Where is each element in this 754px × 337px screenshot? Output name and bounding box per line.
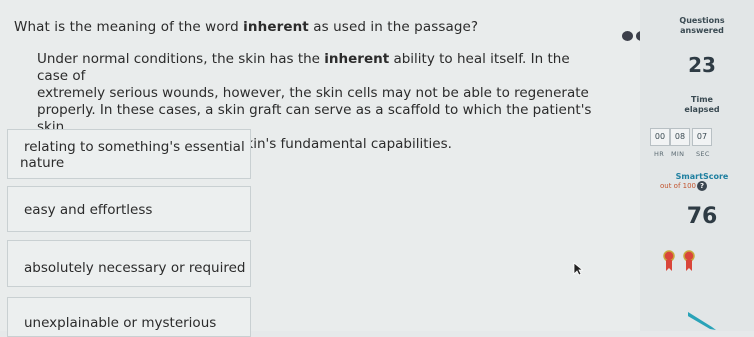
answer-choice-3[interactable]: absolutely necessary or required — [7, 240, 251, 287]
timer-hr-caption: HR — [654, 150, 665, 158]
timer-hours: 00 — [650, 128, 670, 146]
questions-answered-count: 23 — [688, 53, 716, 77]
time-elapsed-label: Time elapsed — [684, 95, 720, 114]
smartscore-value: 76 — [686, 204, 718, 229]
timer-seconds: 07 — [692, 128, 712, 146]
question-text-suffix: as used in the passage? — [308, 19, 479, 35]
progress-sidebar: Questions answered 23 Time elapsed 00 08… — [640, 0, 754, 331]
passage-line: Under normal conditions, the skin has th… — [37, 51, 570, 84]
answer-choice-text: easy and effortless — [24, 202, 153, 218]
answer-choice-text: nature — [20, 155, 65, 171]
mouse-cursor-icon — [573, 262, 583, 276]
help-icon[interactable]: ? — [697, 181, 707, 191]
answer-choice-text: unexplainable or mysterious — [24, 315, 217, 331]
smartscore-label: SmartScore — [675, 172, 729, 181]
award-ribbon-icon — [663, 250, 675, 271]
answer-choice-2[interactable]: easy and effortless — [7, 186, 251, 232]
answer-choice-text: absolutely necessary or required — [24, 260, 246, 276]
award-ribbon-icon — [683, 250, 695, 271]
passage-line: extremely serious wounds, however, the s… — [37, 85, 589, 101]
question-prompt: What is the meaning of the word inherent… — [14, 19, 478, 35]
answer-choice-1[interactable]: relating to something's essential nature — [7, 129, 251, 179]
passage-highlighted-word: inherent — [324, 51, 390, 67]
question-panel: What is the meaning of the word inherent… — [0, 0, 647, 337]
question-text-prefix: What is the meaning of the word — [14, 19, 244, 35]
timer-minutes: 08 — [670, 128, 690, 146]
timer-sec-caption: SEC — [696, 150, 710, 158]
answer-choice-4[interactable]: unexplainable or mysterious — [7, 297, 251, 337]
questions-answered-label: Questions answered — [679, 16, 725, 35]
answer-choice-text: relating to something's essential — [24, 139, 245, 155]
question-target-word: inherent — [243, 19, 309, 35]
timer-min-caption: MIN — [671, 150, 685, 158]
pencil-icon[interactable] — [688, 312, 718, 331]
